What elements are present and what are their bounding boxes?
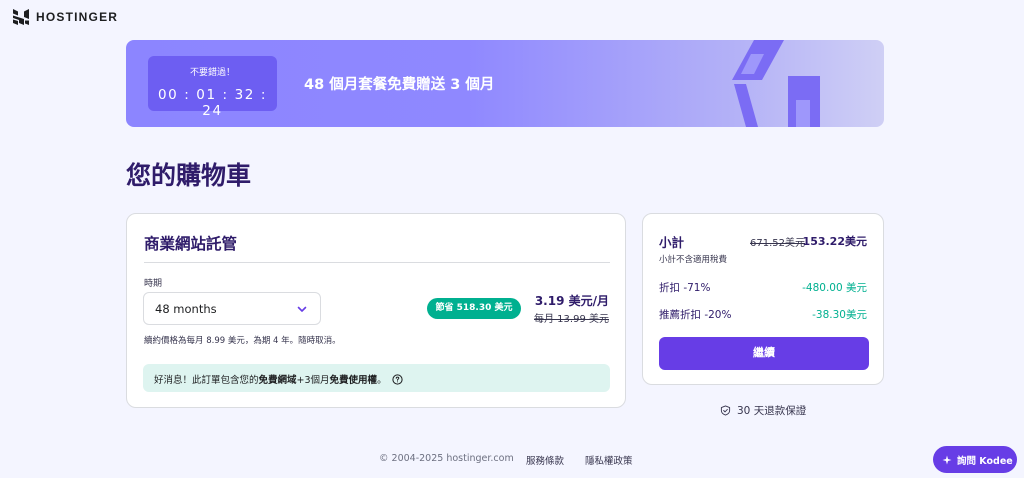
savings-badge: 節省 518.30 美元	[427, 298, 521, 319]
good-news-banner: 好消息！此訂單包含您的免費網域+3個月免費使用權。	[143, 364, 610, 392]
hostinger-logo-icon	[13, 9, 29, 25]
ask-kodee-button[interactable]: 詢問 Kodee	[933, 446, 1017, 473]
period-select-value: 48 months	[155, 302, 217, 316]
price-per-month: 3.19 美元/月	[534, 294, 609, 308]
cart-item-card: 商業網站託管 時期 48 months 節省 518.30 美元 3.19 美元…	[126, 213, 626, 408]
order-summary-card: 小計 671.52美元 153.22美元 小計不含適用稅費 折扣 -71% -4…	[642, 213, 884, 385]
percent-decoration-icon	[732, 40, 820, 127]
sparkle-icon	[942, 455, 952, 464]
footer-copyright: © 2004-2025 hostinger.com	[379, 453, 514, 464]
hostinger-logo[interactable]: HOSTINGER	[12, 8, 118, 26]
referral-discount-label: 推薦折扣 -20%	[659, 309, 732, 321]
old-price: 每月 13.99 美元	[534, 314, 609, 325]
referral-discount-value: -38.30美元	[812, 309, 867, 321]
renewal-note: 續約價格為每月 8.99 美元，為期 4 年。隨時取消。	[144, 336, 341, 346]
subtotal-label: 小計	[659, 235, 685, 250]
good-news-text: 好消息！此訂單包含您的免費網域+3個月免費使用權。	[154, 372, 403, 386]
good-news-prefix: 好消息！此訂單包含您的	[154, 375, 259, 386]
promo-banner: 不要錯過！ 00 : 01 : 32 : 24 48 個月套餐免費贈送 3 個月	[126, 40, 884, 127]
period-select[interactable]: 48 months	[143, 292, 321, 325]
discount-label: 折扣 -71%	[659, 282, 711, 294]
subtotal-value: 153.22美元	[802, 235, 867, 248]
page-title: 您的購物車	[126, 161, 252, 190]
guarantee-text: 30 天退款保證	[737, 405, 807, 417]
product-title: 商業網站託管	[144, 235, 238, 253]
good-news-suffix: 。	[377, 375, 387, 386]
footer-privacy-link[interactable]: 隱私權政策	[585, 453, 633, 467]
money-back-guarantee: 30 天退款保證	[720, 403, 806, 418]
subtotal-old-price: 671.52美元	[750, 238, 805, 249]
brand-name: HOSTINGER	[36, 10, 119, 24]
tax-note: 小計不含適用稅費	[659, 255, 728, 265]
promo-headline: 48 個月套餐免費贈送 3 個月	[304, 77, 495, 93]
timer-label: 不要錯過！	[189, 68, 235, 78]
free-domain-text: 免費網域	[258, 375, 297, 386]
free-usage-text: 免費使用權	[329, 375, 378, 386]
continue-button[interactable]: 繼續	[659, 337, 869, 370]
period-label: 時期	[144, 279, 163, 289]
ask-kodee-label: 詢問 Kodee	[957, 455, 1013, 467]
countdown-timer: 不要錯過！ 00 : 01 : 32 : 24	[148, 56, 277, 119]
help-icon[interactable]	[391, 374, 403, 385]
discount-value: -480.00 美元	[802, 282, 867, 294]
shield-check-icon	[720, 405, 731, 416]
chevron-down-icon	[297, 306, 307, 312]
good-news-middle: +3個月	[296, 375, 330, 386]
footer-terms-link[interactable]: 服務條款	[526, 453, 564, 467]
timer-value: 00 : 01 : 32 : 24	[157, 87, 268, 119]
divider	[144, 262, 610, 263]
